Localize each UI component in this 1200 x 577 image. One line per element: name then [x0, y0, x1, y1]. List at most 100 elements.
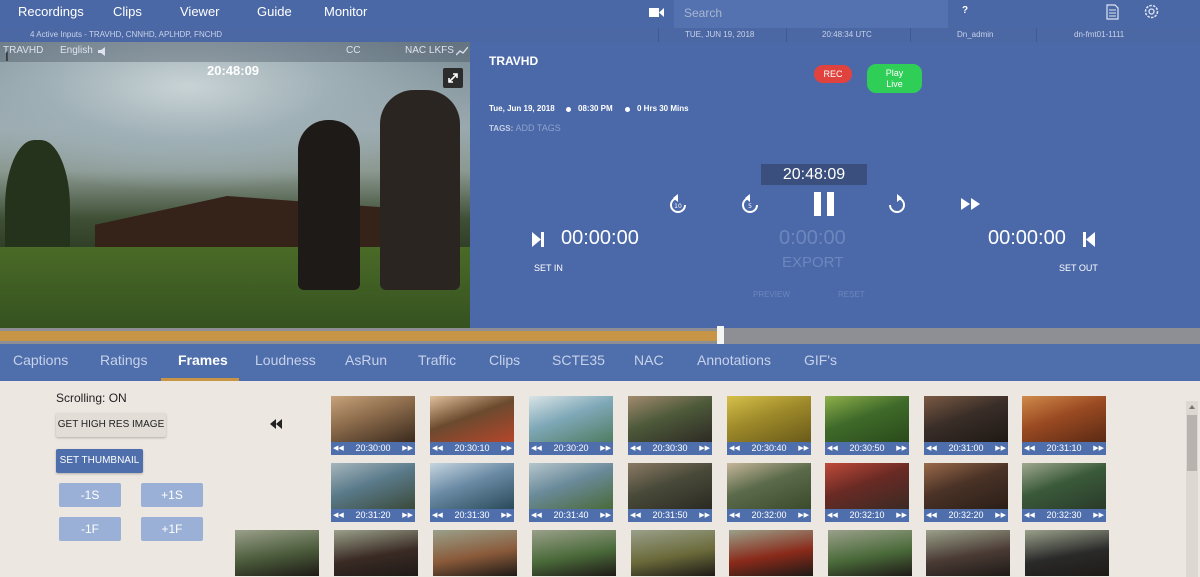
tab-nac[interactable]: NAC	[634, 352, 664, 368]
frame-prev-icon[interactable]: ◀◀	[333, 509, 344, 522]
frame-prev-icon[interactable]: ◀◀	[1024, 509, 1035, 522]
frame-next-icon[interactable]: ▶▶	[501, 509, 512, 522]
frame-thumbnail[interactable]	[729, 530, 813, 576]
frame-next-icon[interactable]: ▶▶	[600, 509, 611, 522]
frame-thumbnail[interactable]: ◀◀ 20:31:10 ▶▶	[1022, 396, 1106, 455]
frame-thumbnail[interactable]: ◀◀ 20:31:40 ▶▶	[529, 463, 613, 522]
frame-thumbnail[interactable]: ◀◀ 20:32:00 ▶▶	[727, 463, 811, 522]
frame-thumbnail[interactable]	[235, 530, 319, 576]
frame-next-icon[interactable]: ▶▶	[995, 442, 1006, 455]
frame-prev-icon[interactable]: ◀◀	[926, 509, 937, 522]
tab-captions[interactable]: Captions	[13, 352, 68, 368]
expand-icon[interactable]	[443, 68, 463, 88]
video-camera-icon[interactable]	[649, 7, 664, 18]
tab-clips[interactable]: Clips	[489, 352, 520, 368]
tab-asrun[interactable]: AsRun	[345, 352, 387, 368]
frame-next-icon[interactable]: ▶▶	[995, 509, 1006, 522]
frame-thumbnail[interactable]	[1025, 530, 1109, 576]
frame-prev-icon[interactable]: ◀◀	[333, 442, 344, 455]
gear-icon[interactable]	[1143, 3, 1160, 20]
frame-thumbnail[interactable]: ◀◀ 20:30:40 ▶▶	[727, 396, 811, 455]
add-tags-link[interactable]: ADD TAGS	[516, 123, 561, 133]
double-chevron-left-icon[interactable]	[270, 419, 282, 429]
tab-gifs[interactable]: GIF's	[804, 352, 837, 368]
language-select[interactable]: English	[60, 45, 93, 56]
pause-icon[interactable]	[812, 191, 836, 217]
frame-next-icon[interactable]: ▶▶	[699, 509, 710, 522]
video-player[interactable]: TRAVHD English CC NAC LKFS I 20:48:09	[0, 42, 470, 328]
frame-thumbnail[interactable]	[926, 530, 1010, 576]
frame-thumbnail[interactable]	[334, 530, 418, 576]
frame-prev-icon[interactable]: ◀◀	[827, 509, 838, 522]
frame-thumbnail[interactable]: ◀◀ 20:32:10 ▶▶	[825, 463, 909, 522]
rec-button[interactable]: REC	[814, 65, 852, 83]
frame-thumbnail[interactable]: ◀◀ 20:31:50 ▶▶	[628, 463, 712, 522]
frame-prev-icon[interactable]: ◀◀	[630, 442, 641, 455]
frame-next-icon[interactable]: ▶▶	[501, 442, 512, 455]
forward-icon[interactable]	[886, 194, 908, 216]
frame-thumbnail[interactable]: ◀◀ 20:32:30 ▶▶	[1022, 463, 1106, 522]
nav-guide[interactable]: Guide	[257, 4, 292, 19]
minus-1f-button[interactable]: -1F	[59, 517, 121, 541]
set-out-button[interactable]: SET OUT	[1059, 263, 1098, 273]
frame-thumbnail[interactable]: ◀◀ 20:30:20 ▶▶	[529, 396, 613, 455]
rewind-10-icon[interactable]: 10	[667, 194, 689, 216]
set-in-icon[interactable]	[531, 231, 545, 248]
scroll-up-icon[interactable]	[1189, 405, 1195, 409]
frames-scrollbar[interactable]	[1186, 401, 1198, 577]
frame-thumbnail[interactable]: ◀◀ 20:30:50 ▶▶	[825, 396, 909, 455]
frame-prev-icon[interactable]: ◀◀	[531, 509, 542, 522]
fast-forward-icon[interactable]	[960, 197, 982, 211]
scrolling-status[interactable]: Scrolling: ON	[56, 391, 127, 405]
frame-thumbnail[interactable]: ◀◀ 20:30:00 ▶▶	[331, 396, 415, 455]
frame-prev-icon[interactable]: ◀◀	[827, 442, 838, 455]
tab-frames[interactable]: Frames	[178, 352, 228, 368]
play-live-button[interactable]: Play Live	[867, 64, 922, 93]
minus-1s-button[interactable]: -1S	[59, 483, 121, 507]
nav-monitor[interactable]: Monitor	[324, 4, 367, 19]
reset-button[interactable]: RESET	[838, 290, 865, 299]
frame-next-icon[interactable]: ▶▶	[896, 442, 907, 455]
nav-recordings[interactable]: Recordings	[18, 4, 84, 19]
export-button[interactable]: EXPORT	[782, 254, 843, 271]
frame-thumbnail[interactable]: ◀◀ 20:30:30 ▶▶	[628, 396, 712, 455]
frame-thumbnail[interactable]	[433, 530, 517, 576]
frame-prev-icon[interactable]: ◀◀	[432, 509, 443, 522]
frame-prev-icon[interactable]: ◀◀	[1024, 442, 1035, 455]
frame-thumbnail[interactable]	[631, 530, 715, 576]
frame-next-icon[interactable]: ▶▶	[402, 509, 413, 522]
speaker-icon[interactable]	[98, 47, 107, 56]
frame-prev-icon[interactable]: ◀◀	[630, 509, 641, 522]
search-input[interactable]: Search	[674, 0, 948, 28]
frame-prev-icon[interactable]: ◀◀	[531, 442, 542, 455]
chart-icon[interactable]	[456, 46, 468, 56]
timeline-scrubber[interactable]	[0, 326, 1200, 347]
set-thumbnail-button[interactable]: SET THUMBNAIL	[56, 449, 143, 473]
tab-traffic[interactable]: Traffic	[418, 352, 456, 368]
frame-prev-icon[interactable]: ◀◀	[926, 442, 937, 455]
frame-thumbnail[interactable]	[828, 530, 912, 576]
frame-thumbnail[interactable]: ◀◀ 20:30:10 ▶▶	[430, 396, 514, 455]
frame-thumbnail[interactable]: ◀◀ 20:31:30 ▶▶	[430, 463, 514, 522]
frame-thumbnail[interactable]: ◀◀ 20:31:20 ▶▶	[331, 463, 415, 522]
cc-toggle[interactable]: CC	[346, 45, 360, 56]
tab-scte35[interactable]: SCTE35	[552, 352, 605, 368]
tab-ratings[interactable]: Ratings	[100, 352, 147, 368]
plus-1s-button[interactable]: +1S	[141, 483, 203, 507]
frame-next-icon[interactable]: ▶▶	[1093, 509, 1104, 522]
frame-thumbnail[interactable]: ◀◀ 20:31:00 ▶▶	[924, 396, 1008, 455]
rewind-5-icon[interactable]: 5	[739, 194, 761, 216]
preview-button[interactable]: PREVIEW	[753, 290, 790, 299]
get-high-res-button[interactable]: GET HIGH RES IMAGE	[56, 413, 166, 437]
frame-next-icon[interactable]: ▶▶	[699, 442, 710, 455]
frame-prev-icon[interactable]: ◀◀	[432, 442, 443, 455]
nav-clips[interactable]: Clips	[113, 4, 142, 19]
frame-thumbnail[interactable]	[532, 530, 616, 576]
scrollbar-thumb[interactable]	[1187, 415, 1197, 471]
set-in-button[interactable]: SET IN	[534, 263, 563, 273]
frame-prev-icon[interactable]: ◀◀	[729, 509, 740, 522]
frame-next-icon[interactable]: ▶▶	[1093, 442, 1104, 455]
frame-next-icon[interactable]: ▶▶	[798, 442, 809, 455]
tab-annotations[interactable]: Annotations	[697, 352, 771, 368]
nav-viewer[interactable]: Viewer	[180, 4, 220, 19]
